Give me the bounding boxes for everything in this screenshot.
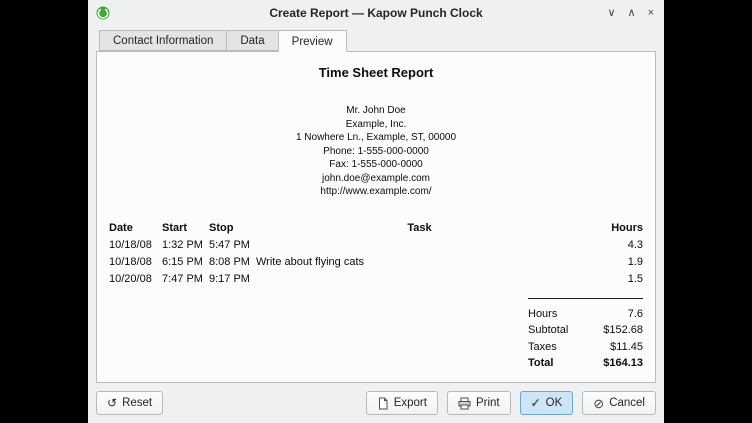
export-button[interactable]: Export — [366, 391, 438, 415]
summary-block: Hours 7.6 Subtotal $152.68 Taxes $11.45 … — [528, 298, 643, 372]
summary-label: Taxes — [528, 339, 557, 356]
cancel-button[interactable]: ⊘ Cancel — [582, 391, 656, 415]
tab-contact-information[interactable]: Contact Information — [99, 30, 226, 51]
export-button-label: Export — [394, 397, 427, 409]
print-icon — [458, 397, 471, 410]
reset-icon: ↺ — [107, 397, 117, 409]
summary-value: 7.6 — [628, 306, 643, 323]
summary-row-subtotal: Subtotal $152.68 — [528, 322, 643, 339]
cell-task — [256, 237, 583, 254]
print-button-label: Print — [476, 397, 500, 409]
reset-button[interactable]: ↺ Reset — [96, 391, 163, 415]
contact-block: Mr. John Doe Example, Inc. 1 Nowhere Ln.… — [109, 104, 643, 199]
cell-task: Write about flying cats — [256, 254, 583, 271]
timesheet-table: Date Start Stop Task Hours 10/18/08 1:32… — [109, 220, 643, 288]
contact-line: Fax: 1-555-000-0000 — [109, 158, 643, 172]
summary-label: Hours — [528, 306, 557, 323]
window-title: Create Report — Kapow Punch Clock — [269, 6, 482, 20]
ok-icon: ✓ — [531, 397, 541, 409]
button-row: ↺ Reset Export Print ✓ — [88, 383, 664, 423]
cell-stop: 9:17 PM — [209, 271, 256, 288]
summary-value: $164.13 — [603, 355, 643, 372]
window-controls: ∨ ∧ × — [607, 0, 654, 26]
tab-preview[interactable]: Preview — [278, 30, 347, 52]
contact-line: 1 Nowhere Ln., Example, ST, 00000 — [109, 131, 643, 145]
tabbar: Contact Information Data Preview — [99, 30, 656, 51]
maximize-button[interactable]: ∧ — [628, 8, 636, 19]
cell-hours: 1.5 — [583, 271, 643, 288]
cancel-button-label: Cancel — [609, 397, 645, 409]
cell-start: 1:32 PM — [162, 237, 209, 254]
summary-row-hours: Hours 7.6 — [528, 306, 643, 323]
cell-start: 6:15 PM — [162, 254, 209, 271]
summary-row-taxes: Taxes $11.45 — [528, 339, 643, 356]
contact-line: john.doe@example.com — [109, 172, 643, 186]
report-preview-panel: Time Sheet Report Mr. John Doe Example, … — [96, 51, 656, 383]
create-report-dialog: Create Report — Kapow Punch Clock ∨ ∧ × … — [88, 0, 664, 423]
summary-value: $152.68 — [603, 322, 643, 339]
contact-line: Example, Inc. — [109, 118, 643, 132]
header-stop: Stop — [209, 220, 256, 237]
cancel-icon: ⊘ — [593, 397, 604, 410]
cell-start: 7:47 PM — [162, 271, 209, 288]
cell-stop: 8:08 PM — [209, 254, 256, 271]
minimize-button[interactable]: ∨ — [607, 8, 615, 19]
reset-button-label: Reset — [122, 397, 152, 409]
print-button[interactable]: Print — [447, 391, 511, 415]
export-icon — [377, 397, 389, 410]
app-icon — [96, 6, 110, 20]
close-button[interactable]: × — [648, 8, 654, 19]
summary-label: Subtotal — [528, 322, 568, 339]
ok-button-label: OK — [546, 397, 563, 409]
cell-task — [256, 271, 583, 288]
summary-value: $11.45 — [610, 339, 643, 356]
cell-hours: 1.9 — [583, 254, 643, 271]
summary-row-total: Total $164.13 — [528, 355, 643, 372]
cell-date: 10/18/08 — [109, 254, 162, 271]
header-date: Date — [109, 220, 162, 237]
titlebar: Create Report — Kapow Punch Clock ∨ ∧ × — [88, 0, 664, 26]
cell-stop: 5:47 PM — [209, 237, 256, 254]
header-start: Start — [162, 220, 209, 237]
cell-hours: 4.3 — [583, 237, 643, 254]
cell-date: 10/18/08 — [109, 237, 162, 254]
header-task: Task — [256, 220, 583, 237]
cell-date: 10/20/08 — [109, 271, 162, 288]
header-hours: Hours — [583, 220, 643, 237]
report-title: Time Sheet Report — [109, 65, 643, 80]
tab-data[interactable]: Data — [226, 30, 277, 51]
contact-line: http://www.example.com/ — [109, 185, 643, 199]
report: Time Sheet Report Mr. John Doe Example, … — [97, 52, 655, 380]
ok-button[interactable]: ✓ OK — [520, 391, 574, 415]
contact-line: Phone: 1-555-000-0000 — [109, 145, 643, 159]
contact-line: Mr. John Doe — [109, 104, 643, 118]
summary-label: Total — [528, 355, 553, 372]
